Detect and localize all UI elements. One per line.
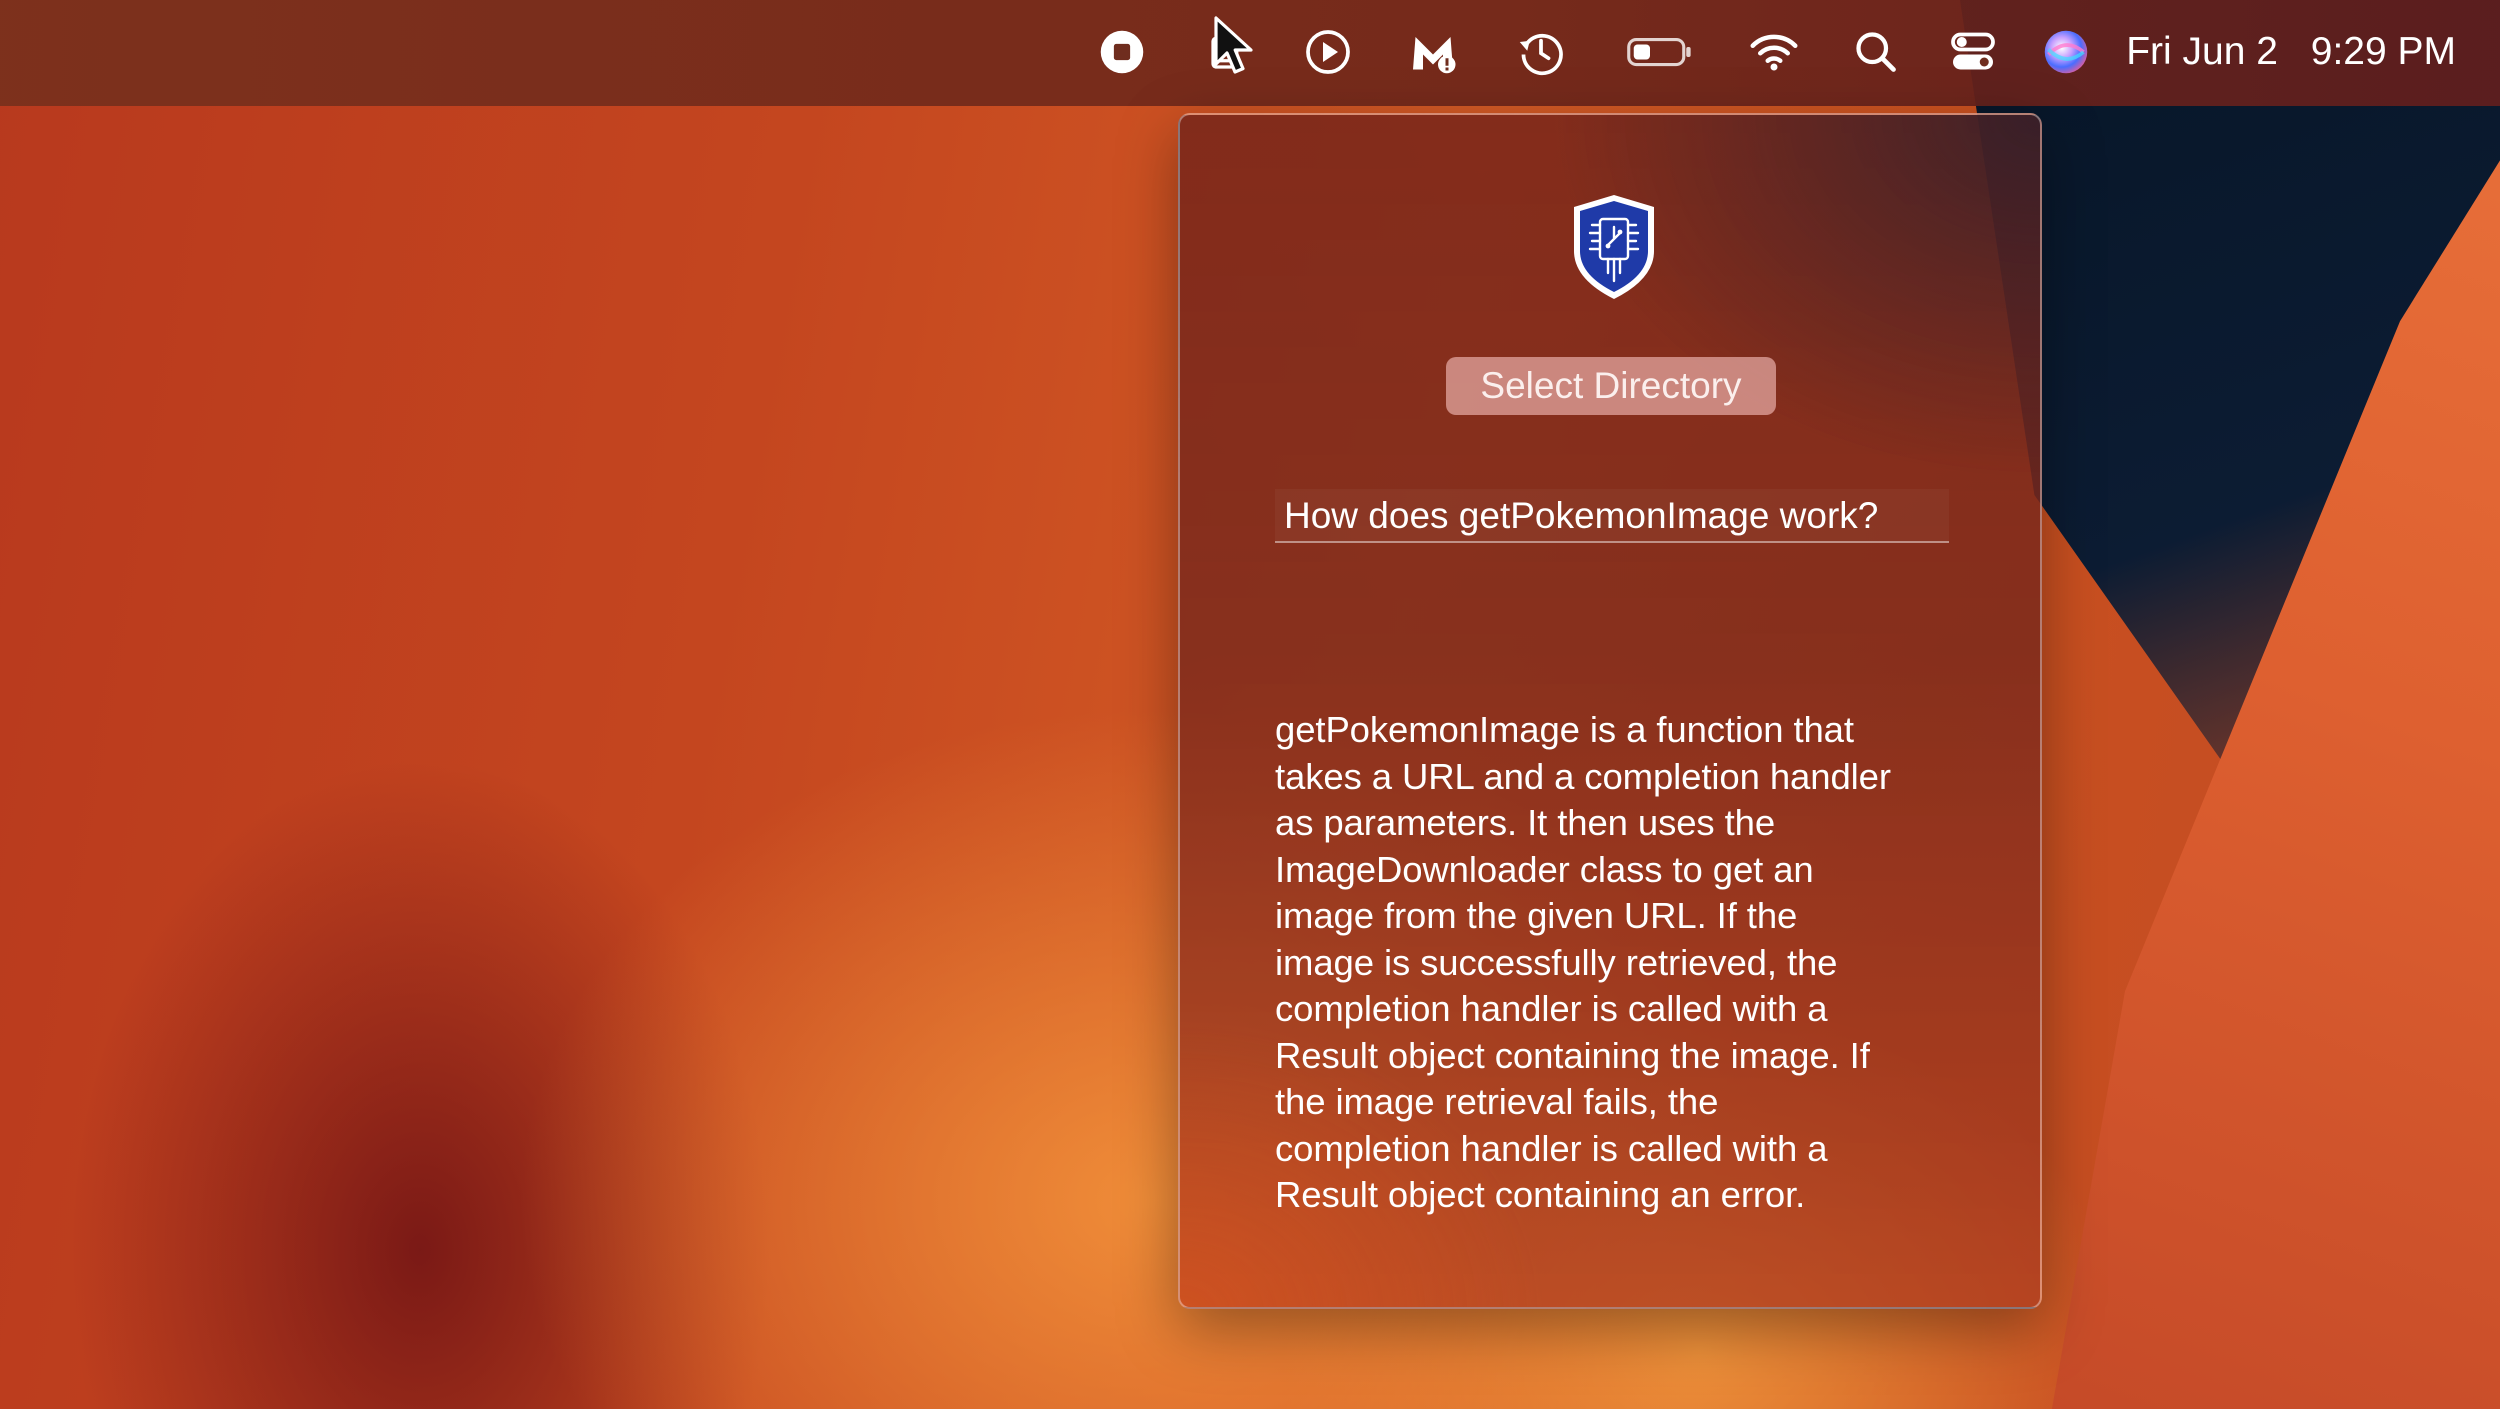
answer-line: Result object containing the image. If: [1275, 1034, 1870, 1076]
select-directory-button[interactable]: Select Directory: [1446, 357, 1776, 415]
assistant-popover: Select Directory How does getPokemonImag…: [1178, 113, 2042, 1309]
answer-line: Result object containing an error.: [1275, 1174, 1806, 1215]
mouse-pointer-icon: [1214, 16, 1253, 74]
answer-text: getPokemonImage is a function that takes…: [1275, 707, 1955, 1219]
answer-line: the image retrieval fails, the: [1275, 1081, 1719, 1122]
siri-icon[interactable]: [2038, 24, 2094, 80]
malwarebytes-icon[interactable]: [1405, 24, 1461, 80]
battery-icon[interactable]: [1622, 24, 1698, 80]
answer-line: getPokemonImage is a function that: [1275, 709, 1854, 750]
clock-date: Fri Jun 2: [2126, 30, 2278, 73]
question-input[interactable]: How does getPokemonImage work?: [1275, 489, 1949, 543]
control-center-icon[interactable]: [1945, 24, 2001, 80]
answer-line: completion handler is called with a: [1275, 1127, 1828, 1169]
wifi-icon[interactable]: [1746, 24, 1802, 80]
play-icon[interactable]: [1300, 24, 1356, 80]
answer-line: image is successfully retrieved, the: [1275, 941, 1838, 983]
spotlight-search-icon[interactable]: [1848, 24, 1904, 80]
shield-circuit-logo-icon: [1574, 195, 1654, 299]
answer-line: takes a URL and a completion handler: [1275, 755, 1891, 797]
menu-bar-clock[interactable]: Fri Jun 2 9:29 PM: [2126, 22, 2456, 82]
answer-line: as parameters. It then uses the: [1275, 802, 1776, 843]
answer-line: ImageDownloader class to get an: [1275, 848, 1814, 890]
time-machine-icon[interactable]: [1513, 24, 1569, 80]
answer-line: image from the given URL. If the: [1275, 895, 1798, 936]
answer-line: completion handler is called with a: [1275, 988, 1828, 1029]
clock-time: 9:29 PM: [2310, 30, 2456, 73]
screen-record-stop-icon[interactable]: [1094, 24, 1150, 80]
